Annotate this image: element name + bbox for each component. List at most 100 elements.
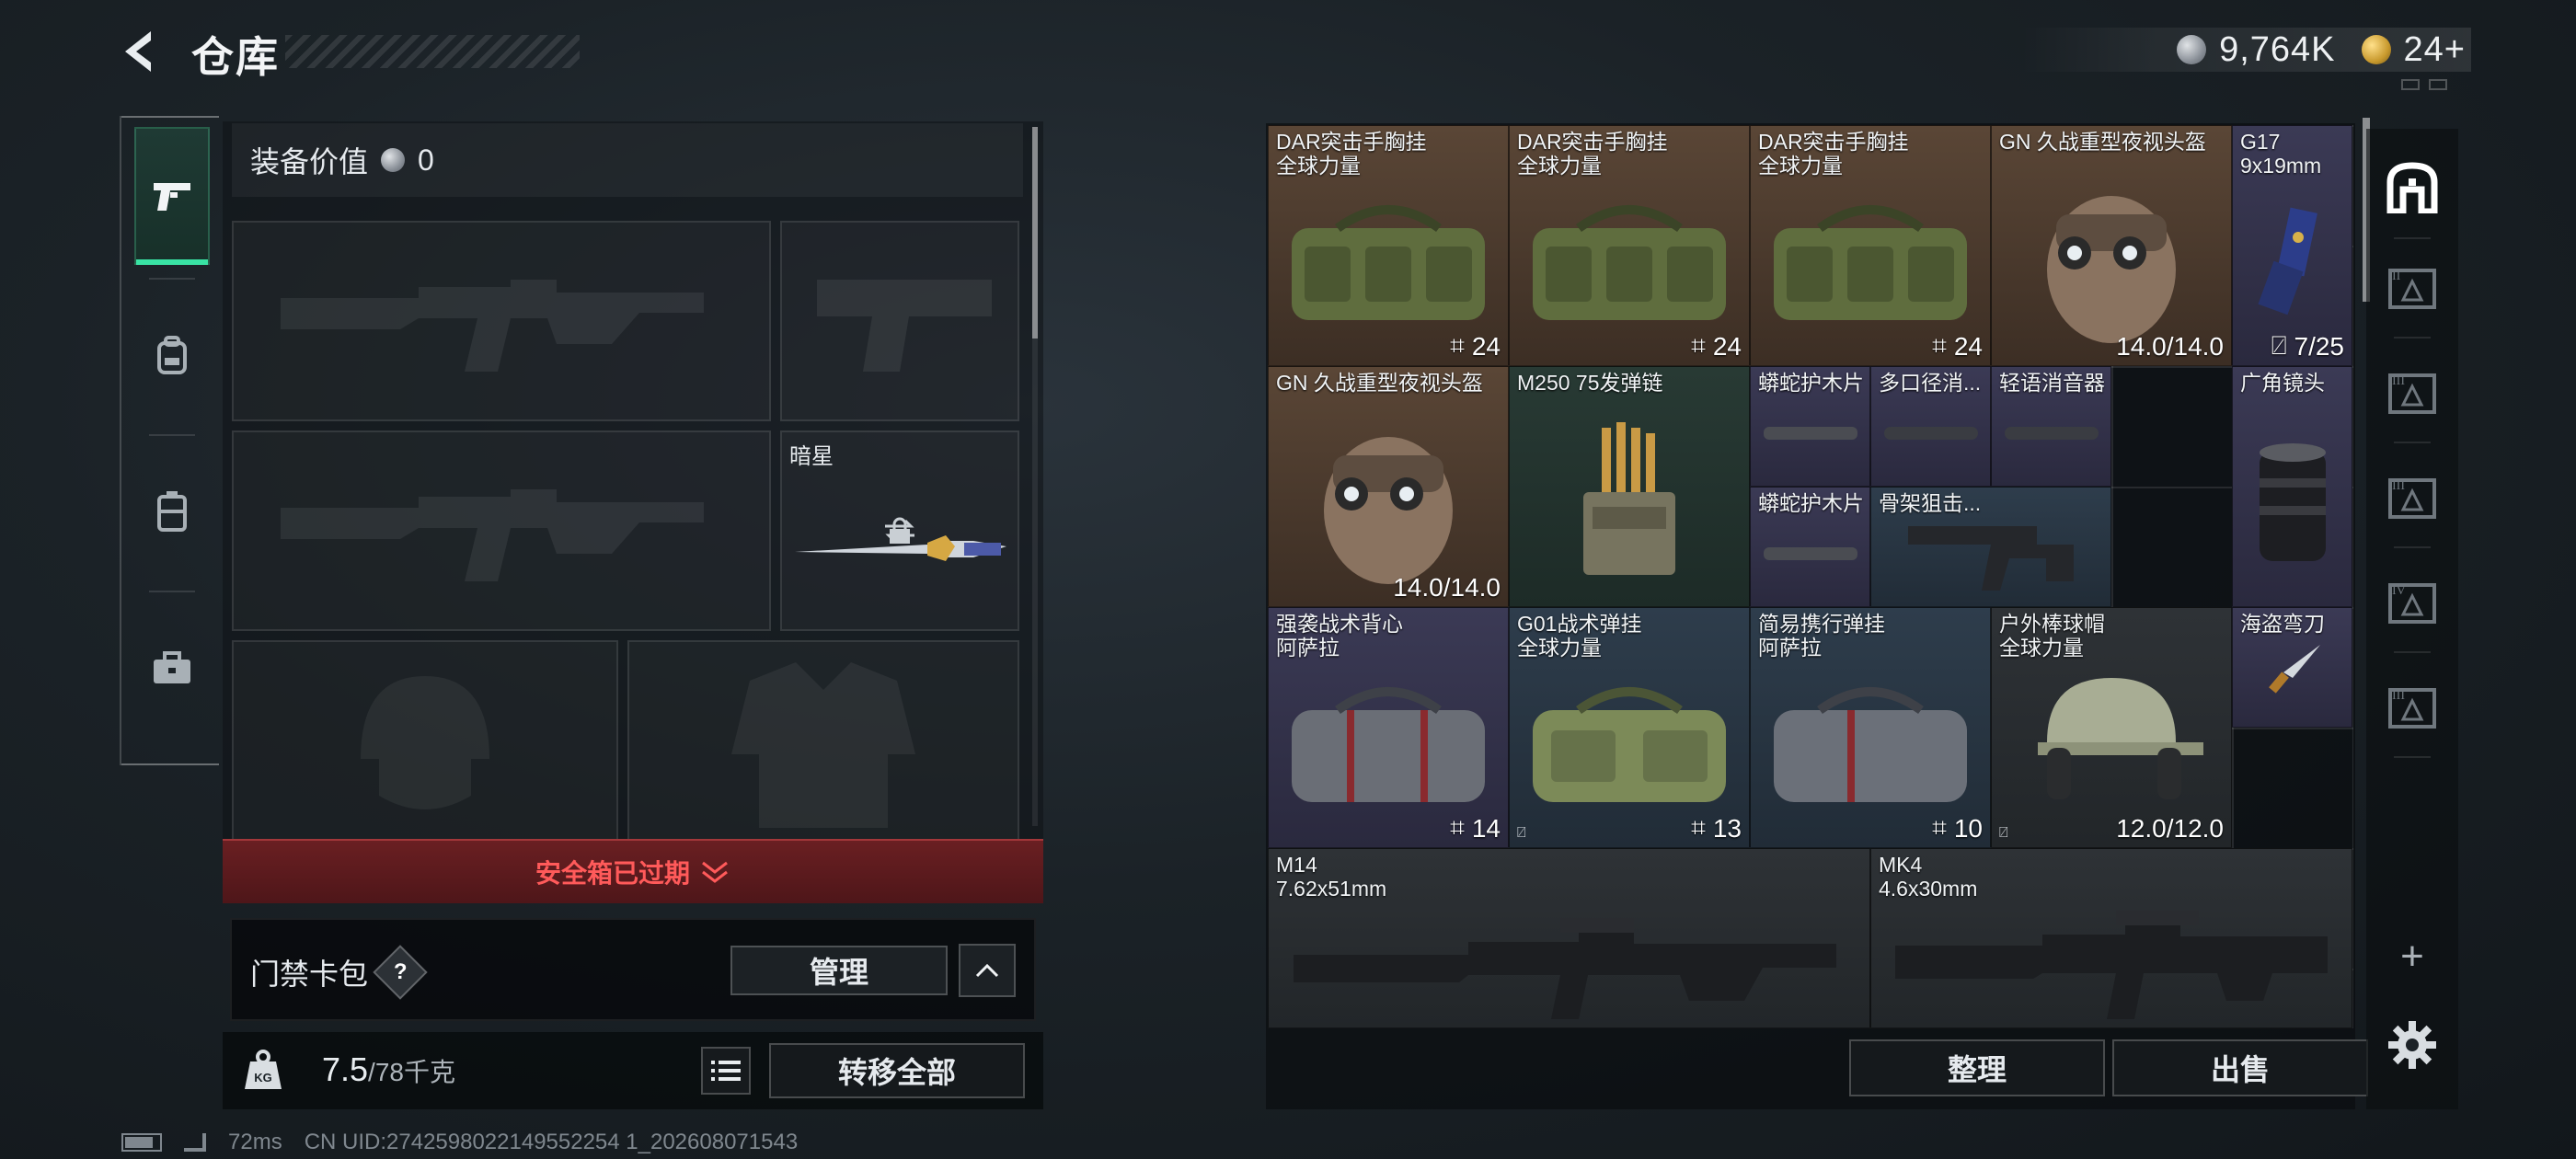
- stack-icon: ⌗: [1691, 331, 1706, 360]
- armor-silhouette-icon: [731, 662, 915, 828]
- handguard-art: [1763, 547, 1857, 561]
- rail-item-case[interactable]: [134, 600, 210, 738]
- rail-item-weapons[interactable]: [134, 127, 210, 265]
- weight-row: KG 7.5/78千克 转移全部: [223, 1032, 1043, 1109]
- silver-coin-icon: [381, 148, 406, 172]
- stash-item-pirate-machete[interactable]: 海盗弯刀: [2232, 607, 2352, 728]
- handguard-art: [1763, 427, 1857, 441]
- backpack-icon: [157, 336, 187, 374]
- page-title: 仓库: [191, 33, 280, 81]
- svg-text:III: III: [2392, 689, 2405, 703]
- loadout-scrollbar[interactable]: [1032, 127, 1038, 339]
- chevron-down-icon: [702, 861, 728, 883]
- transfer-all-button[interactable]: 转移全部: [769, 1043, 1025, 1098]
- help-icon[interactable]: ?: [373, 945, 428, 1000]
- stack-icon: ⌗: [1450, 331, 1465, 360]
- page-tab-4[interactable]: III: [2379, 464, 2445, 530]
- equipment-value: 0: [418, 143, 434, 177]
- svg-text:IV: IV: [2392, 584, 2406, 598]
- uid-text: CN UID:2742598022149552254 1_20260807154…: [304, 1130, 799, 1154]
- stash-item-whisper-suppressor[interactable]: 轻语消音器: [1991, 366, 2111, 487]
- stash-item-simple-chest-rig[interactable]: 简易携行弹挂 阿萨拉 ⌗ 10: [1750, 607, 1991, 848]
- equipment-value-row: 装备价值 0: [232, 123, 1023, 197]
- stash-item-assault-vest[interactable]: 强袭战术背心 阿萨拉 ⌗ 14: [1268, 607, 1509, 848]
- stash-item-gn-nvg-helmet-2[interactable]: GN 久战重型夜视头盔 14.0/14.0: [1268, 366, 1509, 607]
- pistol-icon: [154, 183, 190, 211]
- stash-item-mk4[interactable]: MK4 4.6x30mm: [1870, 848, 2352, 1028]
- lock-icon: [890, 517, 910, 544]
- page-tab-main[interactable]: [2379, 155, 2445, 221]
- stash-page-tabs: II III III IV III +: [2366, 129, 2458, 1109]
- page-tab-6[interactable]: III: [2379, 673, 2445, 740]
- stock-art: [1908, 526, 2074, 591]
- equipment-value-label: 装备价值: [250, 145, 369, 178]
- no-insure-icon: ⍁: [1517, 825, 1526, 841]
- nvg-helmet-art: [1324, 436, 1453, 584]
- rifle-silhouette-icon: [281, 280, 704, 372]
- stash-item-wide-angle-lens[interactable]: 广角镜头: [2232, 366, 2352, 607]
- silver-coin-icon: [2177, 35, 2207, 64]
- m14-rifle-art: [1293, 918, 1836, 1020]
- stash-item-multi-caliber-suppressor[interactable]: 多口径消...: [1870, 366, 1991, 487]
- melee-item-name: 暗星: [789, 444, 834, 469]
- safe-box-expired-banner[interactable]: 安全箱已过期: [223, 839, 1043, 903]
- svg-text:KG: KG: [254, 1071, 272, 1084]
- page-tab-2[interactable]: II: [2379, 254, 2445, 320]
- no-insure-icon: ⍁: [2271, 331, 2287, 360]
- stash-item-m250-belt[interactable]: M250 75发弹链: [1509, 366, 1750, 607]
- stash-item-g17[interactable]: G17 9x19mm ⍁ 7/25: [2232, 125, 2352, 366]
- stack-icon: ⌗: [1450, 813, 1465, 842]
- manage-button[interactable]: 管理: [730, 946, 948, 995]
- rail-item-vest[interactable]: [134, 443, 210, 581]
- stash-item-python-handguard-2[interactable]: 蟒蛇护木片: [1750, 487, 1870, 607]
- top-status-icons: [2401, 79, 2453, 98]
- stash-item-dar-chest-rig-2[interactable]: DAR突击手胸挂 全球力量 ⌗ 24: [1509, 125, 1750, 366]
- stash-page-icon: III: [2388, 478, 2436, 519]
- sort-button[interactable]: 整理: [1849, 1039, 2105, 1096]
- stash-grid: DAR突击手胸挂 全球力量 ⌗ 24 DAR突击手胸挂 全球力量 ⌗ 24 DAR突: [1268, 125, 2353, 1028]
- helmet-slot[interactable]: [232, 640, 618, 839]
- status-line: 72ms CN UID:2742598022149552254 1_202608…: [121, 1130, 798, 1155]
- add-page-button[interactable]: +: [2394, 936, 2431, 977]
- rail-item-backpack[interactable]: [134, 287, 210, 425]
- stash-page-icon: II: [2388, 269, 2436, 309]
- stash-item-python-handguard-1[interactable]: 蟒蛇护木片: [1750, 366, 1870, 487]
- secondary-weapon-slot[interactable]: [232, 430, 771, 631]
- stash-page-icon: IV: [2388, 583, 2436, 624]
- list-icon: [711, 1061, 741, 1081]
- back-button[interactable]: [118, 26, 162, 77]
- page-tab-3[interactable]: III: [2379, 359, 2445, 425]
- title-decoration: [285, 35, 580, 68]
- stash-item-g01-chest-rig[interactable]: G01战术弹挂 全球力量 ⍁ ⌗ 13: [1509, 607, 1750, 848]
- signal-icon: [184, 1133, 206, 1152]
- suppressor-art: [1883, 427, 1978, 441]
- stash-page-icon: III: [2388, 373, 2436, 414]
- svg-text:II: II: [2392, 270, 2401, 283]
- stash-item-outdoor-cap[interactable]: 户外棒球帽 全球力量 ⍁ 12.0/12.0: [1991, 607, 2232, 848]
- page-tab-5[interactable]: IV: [2379, 568, 2445, 635]
- category-rail: [120, 116, 219, 765]
- carry-weight: 7.5/78千克: [322, 1050, 455, 1088]
- melee-slot[interactable]: 暗星: [780, 430, 1019, 631]
- stash-item-skeleton-stock[interactable]: 骨架狙击...: [1870, 487, 2111, 607]
- g17-pistol-art: [2257, 207, 2317, 315]
- settings-button[interactable]: [2386, 1019, 2438, 1071]
- keycard-pack-row: 门禁卡包 ? 管理: [230, 918, 1036, 1021]
- list-view-button[interactable]: [701, 1047, 751, 1095]
- primary-weapon-slot[interactable]: [232, 221, 771, 421]
- stash-item-gn-nvg-helmet-1[interactable]: GN 久战重型夜视头盔 14.0/14.0: [1991, 125, 2232, 366]
- stash-item-dar-chest-rig-3[interactable]: DAR突击手胸挂 全球力量 ⌗ 24: [1750, 125, 1991, 366]
- stash-item-dar-chest-rig-1[interactable]: DAR突击手胸挂 全球力量 ⌗ 24: [1268, 125, 1509, 366]
- sell-button[interactable]: 出售: [2112, 1039, 2368, 1096]
- machete-art: [2268, 645, 2320, 694]
- gold-currency-value[interactable]: 24+: [2404, 30, 2466, 70]
- stash-panel: DAR突击手胸挂 全球力量 ⌗ 24 DAR突击手胸挂 全球力量 ⌗ 24 DAR突: [1266, 118, 2370, 1109]
- stash-item-m14[interactable]: M14 7.62x51mm: [1268, 848, 1870, 1028]
- sidearm-slot[interactable]: [780, 221, 1019, 421]
- svg-text:III: III: [2392, 479, 2405, 493]
- chest-rig-bag-art: [1533, 204, 1726, 320]
- currency-bar: 9,764K 24+: [2020, 28, 2471, 72]
- collapse-button[interactable]: [959, 944, 1016, 997]
- armor-slot[interactable]: [627, 640, 1019, 839]
- pistol-silhouette-icon: [817, 280, 992, 372]
